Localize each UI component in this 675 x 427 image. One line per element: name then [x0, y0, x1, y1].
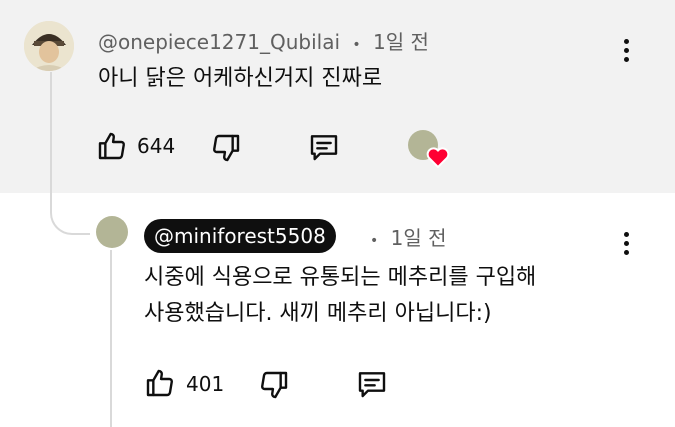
- meta-separator: •: [370, 233, 379, 249]
- reply-icon[interactable]: [355, 368, 389, 404]
- parent-comment-text: 아니 닭은 어케하신거지 진짜로: [98, 66, 383, 91]
- reply-author-avatar[interactable]: [96, 216, 128, 248]
- reply-icon[interactable]: [307, 131, 341, 167]
- creator-heart-icon: [426, 146, 450, 172]
- thumb-down-icon[interactable]: [258, 369, 290, 405]
- reply-text: 시중에 식용으로 유통되는 메추리를 구입해 사용했습니다. 새끼 메추리 아닙…: [144, 260, 536, 332]
- thumb-down-icon[interactable]: [210, 132, 242, 168]
- reply-text-line: 시중에 식용으로 유통되는 메추리를 구입해: [144, 265, 537, 290]
- meta-separator: •: [352, 37, 361, 53]
- thread-line: [50, 72, 52, 200]
- reply-time[interactable]: 1일 전: [391, 226, 447, 250]
- thumb-up-icon[interactable]: [96, 130, 128, 166]
- reply-author-chip[interactable]: @miniforest5508: [144, 219, 336, 253]
- more-options-icon[interactable]: [616, 35, 636, 65]
- thread-line: [110, 250, 112, 427]
- reply-like-count: 401: [186, 372, 225, 396]
- reply-text-line: 사용했습니다. 새끼 메추리 아닙니다:): [144, 301, 492, 326]
- more-options-icon[interactable]: [616, 228, 636, 258]
- reply-meta: • 1일 전: [370, 222, 447, 251]
- parent-comment-meta: @onepiece1271_Qubilai • 1일 전: [98, 26, 429, 55]
- parent-author-avatar[interactable]: [24, 21, 74, 71]
- thread-connector: [50, 185, 90, 235]
- thumb-up-icon[interactable]: [144, 367, 176, 403]
- parent-comment-time[interactable]: 1일 전: [373, 30, 429, 54]
- parent-like-count: 644: [137, 134, 176, 158]
- parent-author-handle[interactable]: @onepiece1271_Qubilai: [98, 30, 340, 54]
